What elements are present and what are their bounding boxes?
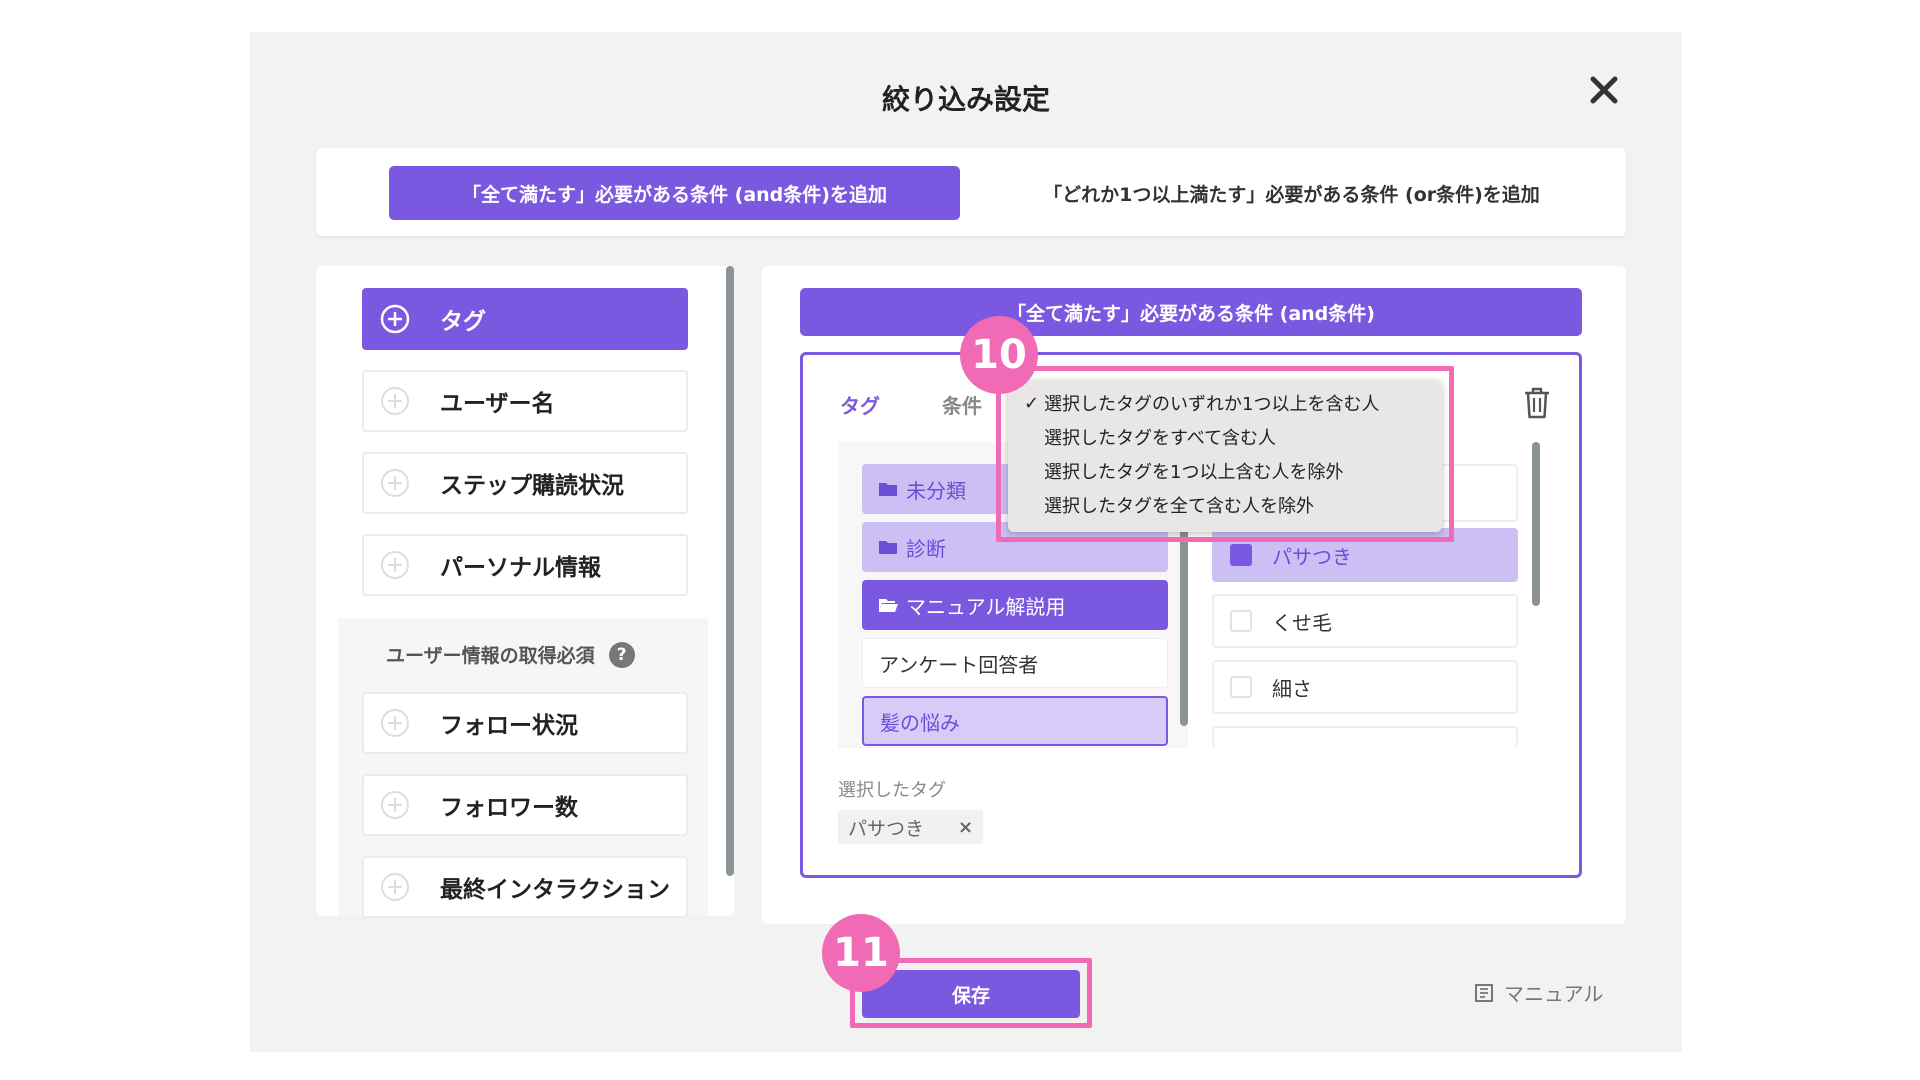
close-button[interactable] bbox=[1582, 68, 1626, 112]
condition-type-follower-count[interactable]: フォロワー数 bbox=[362, 774, 688, 836]
tag-option-partial[interactable] bbox=[1212, 726, 1518, 748]
tag-option-thinness[interactable]: 細さ bbox=[1212, 660, 1518, 714]
condition-type-label: ステップ購読状況 bbox=[440, 473, 624, 499]
condition-type-tag[interactable]: タグ bbox=[362, 288, 688, 350]
plus-circle-icon bbox=[380, 304, 410, 334]
condition-type-last-interaction[interactable]: 最終インタラクション bbox=[362, 856, 688, 918]
manual-link[interactable]: マニュアル bbox=[1474, 978, 1603, 1007]
chip-label: パサつき bbox=[848, 817, 925, 840]
tag-option-frizz[interactable]: くせ毛 bbox=[1212, 594, 1518, 648]
condition-type-label: ユーザー名 bbox=[440, 391, 555, 417]
selected-tags-label: 選択したタグ bbox=[838, 780, 946, 801]
tag-option-scrollbar[interactable] bbox=[1532, 442, 1540, 606]
add-or-condition-button[interactable]: 「どれか1つ以上満たす」必要がある条件 (or条件)を追加 bbox=[1006, 166, 1577, 220]
trash-icon[interactable] bbox=[1522, 386, 1552, 420]
plus-circle-icon bbox=[381, 709, 409, 737]
tab-tag[interactable]: タグ bbox=[840, 390, 880, 419]
step-badge-10: 10 bbox=[960, 316, 1038, 394]
tag-item-label: 髪の悩み bbox=[880, 710, 960, 735]
tag-option-label: くせ毛 bbox=[1272, 610, 1332, 635]
help-icon[interactable]: ? bbox=[608, 641, 635, 668]
modal-title: 絞り込み設定 bbox=[881, 83, 1050, 116]
section-title: ユーザー情報の取得必須 ? bbox=[386, 641, 635, 668]
plus-circle-icon bbox=[381, 873, 409, 901]
folder-open-icon bbox=[879, 599, 898, 612]
tag-item-survey-respondent[interactable]: アンケート回答者 bbox=[862, 638, 1168, 688]
condition-type-personal-info[interactable]: パーソナル情報 bbox=[362, 534, 688, 596]
tag-item-label: アンケート回答者 bbox=[879, 652, 1039, 677]
close-icon bbox=[1590, 76, 1618, 104]
plus-circle-icon bbox=[381, 469, 409, 497]
condition-type-label: パーソナル情報 bbox=[440, 555, 601, 581]
folder-icon bbox=[879, 483, 897, 496]
tag-folder-label: 未分類 bbox=[906, 478, 966, 503]
condition-type-follow-status[interactable]: フォロー状況 bbox=[362, 692, 688, 754]
condition-type-username[interactable]: ユーザー名 bbox=[362, 370, 688, 432]
and-condition-header: 「全て満たす」必要がある条件 (and条件) bbox=[800, 288, 1582, 336]
tag-folder-manual[interactable]: マニュアル解説用 bbox=[862, 580, 1168, 630]
condition-type-label: 最終インタラクション bbox=[440, 877, 670, 903]
plus-circle-icon bbox=[381, 551, 409, 579]
condition-type-label: フォロー状況 bbox=[440, 713, 578, 739]
plus-circle-icon bbox=[381, 387, 409, 415]
selected-tag-chip: パサつき × bbox=[838, 810, 984, 844]
add-and-condition-button[interactable]: 「全て満たす」必要がある条件 (and条件)を追加 bbox=[389, 166, 960, 220]
condition-mode-bar: 「全て満たす」必要がある条件 (and条件)を追加 「どれか1つ以上満たす」必要… bbox=[316, 148, 1626, 236]
tag-folder-label: 診断 bbox=[906, 536, 946, 561]
tag-option-label: 細さ bbox=[1272, 676, 1312, 701]
step-badge-11: 11 bbox=[822, 914, 900, 992]
section-title-text: ユーザー情報の取得必須 bbox=[386, 645, 595, 667]
condition-type-label: タグ bbox=[440, 309, 486, 335]
condition-type-label: フォロワー数 bbox=[440, 795, 578, 821]
checkbox[interactable] bbox=[1230, 676, 1252, 698]
plus-circle-icon bbox=[381, 791, 409, 819]
chip-remove-icon[interactable]: × bbox=[958, 817, 973, 838]
left-panel-scrollbar[interactable] bbox=[726, 266, 734, 876]
manual-link-label: マニュアル bbox=[1504, 982, 1604, 1006]
tag-item-hair-concern[interactable]: 髪の悩み bbox=[862, 696, 1168, 746]
tag-tree-scrollbar[interactable] bbox=[1180, 520, 1188, 726]
tag-folder-label: マニュアル解説用 bbox=[906, 594, 1066, 619]
folder-icon bbox=[879, 541, 897, 554]
tag-option-label: パサつき bbox=[1272, 544, 1352, 569]
condition-type-step-status[interactable]: ステップ購読状況 bbox=[362, 452, 688, 514]
checkbox-checked[interactable] bbox=[1230, 544, 1252, 566]
book-icon bbox=[1475, 983, 1493, 1002]
checkbox[interactable] bbox=[1230, 610, 1252, 632]
highlight-frame-step10 bbox=[996, 366, 1454, 542]
tab-condition[interactable]: 条件 bbox=[942, 390, 982, 419]
